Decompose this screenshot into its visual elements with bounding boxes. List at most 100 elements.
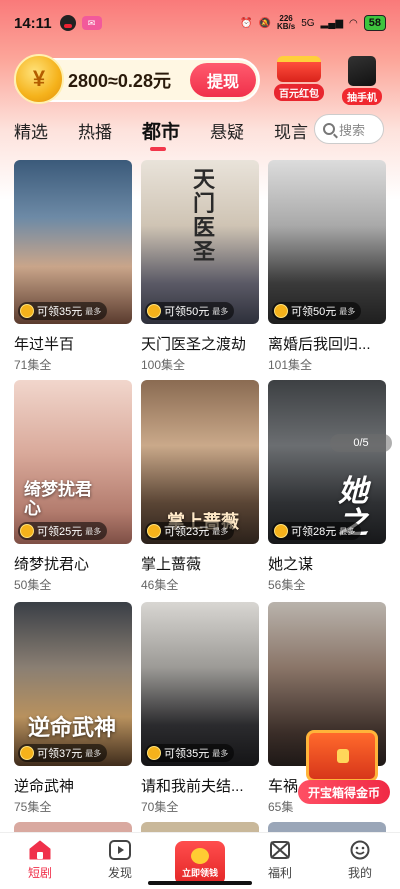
drama-poster: 可领35元 最多 <box>14 160 132 324</box>
drama-title: 掌上蔷薇 <box>141 556 202 573</box>
search-button[interactable]: 搜索 <box>314 114 384 144</box>
search-icon <box>323 123 335 135</box>
open-treasure-button[interactable]: 开宝箱得金币 <box>298 780 390 804</box>
drama-card[interactable]: 逆命武神 可领37元 最多 逆命武神 75集全 <box>14 602 132 815</box>
home-indicator <box>148 881 252 885</box>
nav-discover-label: 发现 <box>107 866 132 880</box>
nav-drama-label: 短剧 <box>27 866 52 880</box>
coin-icon <box>20 746 34 760</box>
mute-icon: 🔕 <box>258 17 271 29</box>
poster-title-art: 天门医圣 <box>193 167 216 264</box>
coin-icon <box>147 524 161 538</box>
episode-count: 46集全 <box>141 578 179 592</box>
next-row-poster <box>14 822 132 832</box>
episode-count: 70集全 <box>141 800 179 814</box>
page-indicator: 0/5 <box>330 434 392 452</box>
gold-coin-icon: ¥ <box>14 54 64 104</box>
drama-poster: 掌上蔷薇 可领23元最多 <box>141 380 259 544</box>
drama-title: 离婚后我回归... <box>268 336 371 353</box>
qq-notification-icon <box>59 15 76 31</box>
nav-mine[interactable]: 我的 <box>320 833 400 889</box>
red-packet-promo[interactable]: 百元红包 <box>274 56 324 101</box>
nav-welfare-label: 福利 <box>267 866 292 880</box>
drama-title: 绮梦扰君心 <box>14 556 90 573</box>
episode-count: 75集全 <box>14 800 52 814</box>
tab-suspense[interactable]: 悬疑 <box>210 118 244 143</box>
coin-icon <box>20 304 34 318</box>
episode-count: 71集全 <box>14 358 52 372</box>
coin-icon <box>147 746 161 760</box>
reward-badge: 可领50元 最多 <box>145 302 235 320</box>
battery-indicator: 58 <box>363 15 386 31</box>
status-bar: 14:11 ✉ ⏰ 🔕 226 KB/s 5G ▂▄▆ ◠ 58 <box>0 0 400 46</box>
network-type: 5G <box>301 17 315 29</box>
nav-drama[interactable]: 短剧 <box>0 833 80 889</box>
red-packet-label: 百元红包 <box>274 84 324 101</box>
episode-count: 101集全 <box>268 358 313 372</box>
smiley-profile-icon <box>348 839 372 861</box>
poster-title-art: 绮梦扰君心 <box>24 480 92 518</box>
drama-poster: 她之 可领28元最多 <box>268 380 386 544</box>
play-icon <box>108 839 132 861</box>
money-bag-icon <box>191 847 209 864</box>
coin-icon <box>274 524 288 538</box>
phone-lottery-label: 抽手机 <box>342 88 382 105</box>
nav-welfare[interactable]: 福利 <box>240 833 320 889</box>
reward-badge: 可领35元 最多 <box>145 744 235 762</box>
coin-balance-bar[interactable]: ¥ 2800≈0.28元 提现 <box>14 54 260 104</box>
next-row-poster <box>268 822 386 832</box>
next-row-poster <box>141 822 259 832</box>
drama-poster: 天门医圣 可领50元 最多 <box>141 160 259 324</box>
tab-featured[interactable]: 精选 <box>14 118 48 143</box>
tab-urban[interactable]: 都市 <box>142 117 180 151</box>
wifi-icon: ◠ <box>349 17 358 29</box>
drama-title: 天门医圣之渡劫 <box>141 336 247 353</box>
alarm-icon: ⏰ <box>240 17 253 29</box>
treasure-chest-icon[interactable] <box>306 730 378 782</box>
reward-badge: 可领35元 最多 <box>18 302 108 320</box>
home-icon <box>28 839 52 861</box>
drama-card[interactable]: 可领50元 最多 离婚后我回归... 101集全 <box>268 160 386 373</box>
red-packet-icon <box>277 56 321 82</box>
drama-poster: 绮梦扰君心 可领25元 最多 <box>14 380 132 544</box>
drama-card[interactable]: 可领35元 最多 请和我前夫结... 70集全 <box>141 602 259 815</box>
drama-title: 她之谋 <box>268 556 314 573</box>
drama-title: 请和我前夫结... <box>141 778 244 795</box>
nav-earn-label: 立即领钱 <box>181 867 218 878</box>
reward-badge: 可领25元 最多 <box>18 522 108 540</box>
episode-count: 56集全 <box>268 578 306 592</box>
coin-balance: 2800≈0.28元 <box>68 71 171 91</box>
phone-icon <box>348 56 376 86</box>
drama-card[interactable]: 天门医圣 可领50元 最多 天门医圣之渡劫 100集全 <box>141 160 259 373</box>
reward-badge: 可领50元 最多 <box>272 302 362 320</box>
reward-badge: 可领23元 最多 <box>145 522 235 540</box>
episode-count: 50集全 <box>14 578 52 592</box>
episode-count: 100集全 <box>141 358 186 372</box>
tab-hot[interactable]: 热播 <box>78 118 112 143</box>
drama-card[interactable]: 绮梦扰君心 可领25元 最多 绮梦扰君心 50集全 <box>14 380 132 593</box>
drama-card[interactable]: 可领35元 最多 年过半百 71集全 <box>14 160 132 373</box>
drama-card[interactable]: 她之 可领28元最多 她之谋 56集全 <box>268 380 386 593</box>
coin-icon <box>274 304 288 318</box>
reward-badge: 可领28元 最多 <box>272 522 362 540</box>
search-label: 搜索 <box>339 122 366 138</box>
status-icons: ⏰ 🔕 226 KB/s 5G ▂▄▆ ◠ 58 <box>240 15 386 31</box>
drama-poster: 可领35元 最多 <box>141 602 259 766</box>
coin-icon <box>147 304 161 318</box>
poster-title-art: 逆命武神 <box>28 715 117 740</box>
withdraw-button[interactable]: 提现 <box>190 63 256 97</box>
drama-poster: 逆命武神 可领37元 最多 <box>14 602 132 766</box>
drama-poster: 可领50元 最多 <box>268 160 386 324</box>
network-speed: 226 KB/s <box>276 14 296 31</box>
drama-card[interactable]: 掌上蔷薇 可领23元最多 掌上蔷薇 46集全 <box>141 380 259 593</box>
gift-box-icon <box>268 839 292 861</box>
earn-money-button[interactable]: 立即领钱 <box>175 841 225 885</box>
nav-mine-label: 我的 <box>347 866 372 880</box>
drama-title: 年过半百 <box>14 336 75 353</box>
phone-lottery-promo[interactable]: 抽手机 <box>342 56 382 105</box>
app-notification-icon: ✉ <box>81 16 102 30</box>
status-time: 14:11 <box>14 14 52 32</box>
signal-icon: ▂▄▆ <box>320 17 344 29</box>
reward-badge: 可领37元 最多 <box>18 744 108 762</box>
tab-romance[interactable]: 现言 <box>274 118 308 143</box>
